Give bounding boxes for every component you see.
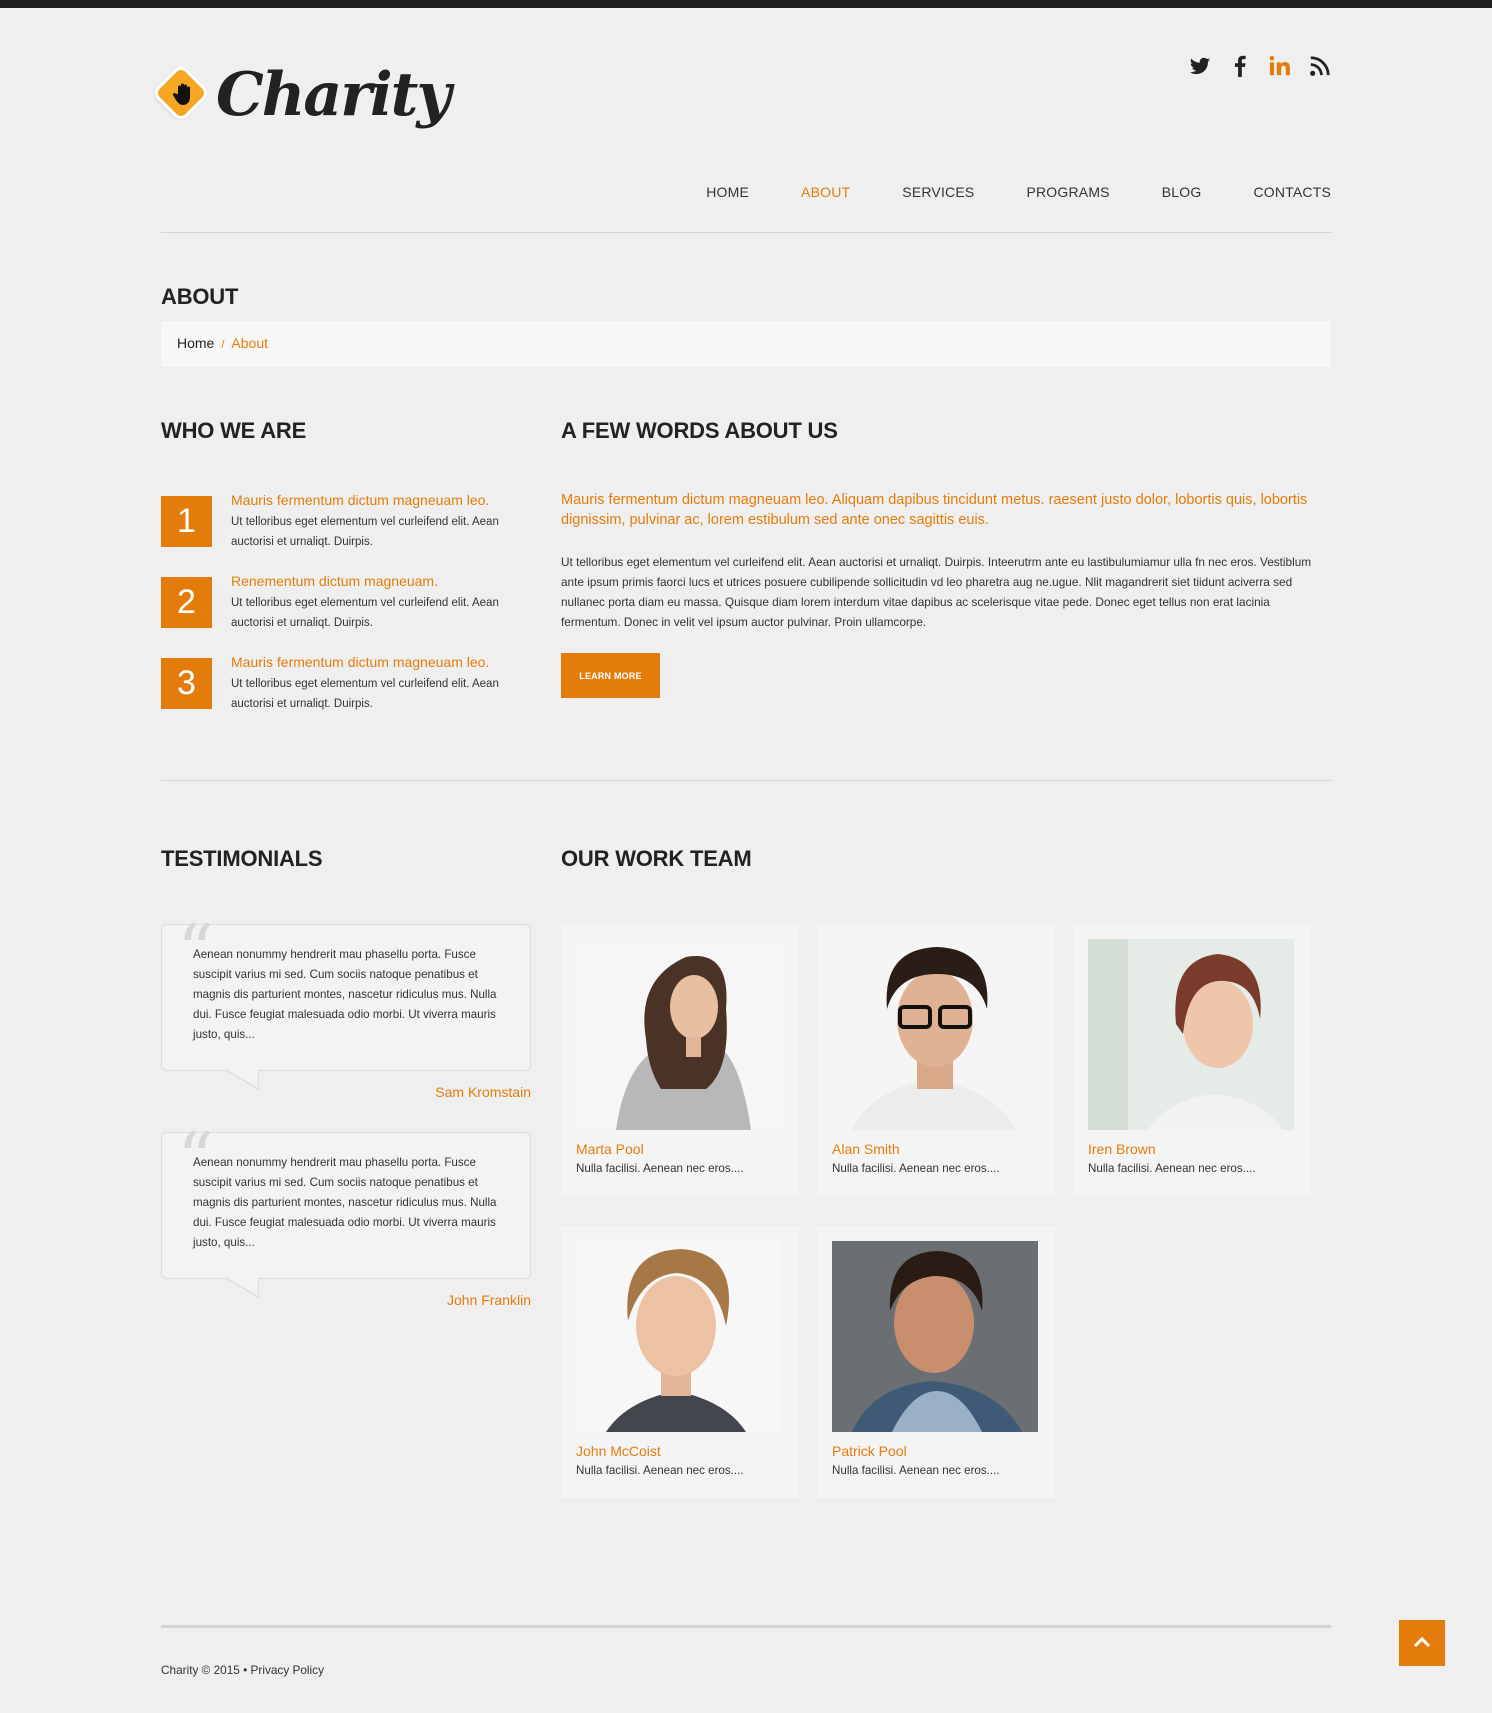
member-photo — [1088, 939, 1294, 1130]
header-divider — [161, 232, 1331, 233]
member-photo — [576, 939, 782, 1130]
member-name: Patrick Pool — [832, 1443, 907, 1459]
who-item: 1 Mauris fermentum dictum magneuam leo. … — [161, 492, 531, 566]
testimonial-author[interactable]: John Franklin — [447, 1292, 531, 1308]
scroll-to-top-button[interactable] — [1399, 1620, 1445, 1666]
member-name: Iren Brown — [1088, 1141, 1156, 1157]
testimonial-text: Aenean nonummy hendrerit mau phasellu po… — [193, 1156, 497, 1249]
who-item-heading[interactable]: Mauris fermentum dictum magneuam leo. — [231, 492, 489, 508]
about-us-title: A FEW WORDS ABOUT US — [561, 418, 838, 443]
breadcrumb-current: About — [231, 335, 269, 351]
nav-home[interactable]: HOME — [706, 184, 749, 200]
who-item-text: Ut telloribus eget elementum vel curleif… — [231, 597, 499, 629]
main-nav: HOME ABOUT SERVICES PROGRAMS BLOG CONTAC… — [706, 184, 1331, 200]
member-name: Alan Smith — [832, 1141, 900, 1157]
testimonials-title: TESTIMONIALS — [161, 846, 323, 871]
footer-divider — [161, 1625, 1331, 1628]
nav-about[interactable]: ABOUT — [801, 184, 850, 200]
testimonial-bubble: “ Aenean nonummy hendrerit mau phasellu … — [161, 1123, 531, 1279]
breadcrumb-separator: / — [221, 339, 225, 351]
page-title: ABOUT — [161, 284, 239, 309]
who-item-heading[interactable]: Mauris fermentum dictum magneuam leo. — [231, 654, 489, 670]
who-we-are-title: WHO WE ARE — [161, 418, 307, 443]
member-desc: Nulla facilisi. Aenean nec eros.... — [576, 1162, 744, 1175]
footer-copyright[interactable]: Charity © 2015 • Privacy Policy — [161, 1663, 324, 1677]
about-body-text: Ut telloribus eget elementum vel curleif… — [561, 555, 1312, 629]
chevron-up-icon — [1413, 1636, 1431, 1648]
twitter-icon[interactable] — [1189, 55, 1211, 77]
who-item-heading[interactable]: Renementum dictum magneuam. — [231, 573, 438, 589]
testimonial-text: Aenean nonummy hendrerit mau phasellu po… — [193, 948, 497, 1041]
member-desc: Nulla facilisi. Aenean nec eros.... — [1088, 1162, 1256, 1175]
breadcrumb-home[interactable]: Home — [177, 335, 214, 351]
hand-icon — [173, 83, 190, 105]
member-desc: Nulla facilisi. Aenean nec eros.... — [576, 1464, 744, 1477]
section-divider — [161, 780, 1331, 781]
about-lead-text: Mauris fermentum dictum magneuam leo. Al… — [561, 492, 1308, 528]
who-item: 2 Renementum dictum magneuam. Ut tellori… — [161, 573, 531, 647]
team-member-card[interactable]: John McCoist Nulla facilisi. Aenean nec … — [561, 1226, 799, 1498]
number-badge: 3 — [161, 658, 212, 709]
number-badge: 1 — [161, 496, 212, 547]
nav-programs[interactable]: PROGRAMS — [1026, 184, 1109, 200]
member-photo — [832, 1241, 1038, 1432]
member-photo — [576, 1241, 782, 1432]
team-member-card[interactable]: Alan Smith Nulla facilisi. Aenean nec er… — [817, 924, 1055, 1196]
page-container: Charity HOME ABOUT SERVICES PROGRAMS BLO… — [155, 0, 1331, 1713]
linkedin-icon[interactable] — [1269, 55, 1291, 77]
who-item: 3 Mauris fermentum dictum magneuam leo. … — [161, 654, 531, 728]
rss-icon[interactable] — [1309, 55, 1331, 77]
breadcrumb: Home / About — [161, 321, 1331, 367]
testimonial-bubble: “ Aenean nonummy hendrerit mau phasellu … — [161, 915, 531, 1071]
member-name: John McCoist — [576, 1443, 661, 1459]
testimonial: “ Aenean nonummy hendrerit mau phasellu … — [161, 915, 531, 1114]
nav-services[interactable]: SERVICES — [902, 184, 974, 200]
number-badge: 2 — [161, 577, 212, 628]
member-name: Marta Pool — [576, 1141, 644, 1157]
member-photo — [832, 939, 1038, 1130]
testimonial-author[interactable]: Sam Kromstain — [435, 1084, 531, 1100]
team-title: OUR WORK TEAM — [561, 846, 752, 871]
testimonial: “ Aenean nonummy hendrerit mau phasellu … — [161, 1123, 531, 1322]
who-item-text: Ut telloribus eget elementum vel curleif… — [231, 678, 499, 710]
logo[interactable]: Charity — [155, 60, 451, 152]
facebook-icon[interactable] — [1229, 55, 1251, 77]
team-member-card[interactable]: Patrick Pool Nulla facilisi. Aenean nec … — [817, 1226, 1055, 1498]
logo-text: Charity — [216, 60, 451, 130]
learn-more-button[interactable]: LEARN MORE — [561, 653, 660, 698]
nav-blog[interactable]: BLOG — [1162, 184, 1202, 200]
team-member-card[interactable]: Marta Pool Nulla facilisi. Aenean nec er… — [561, 924, 799, 1196]
social-links — [1189, 52, 1331, 80]
member-desc: Nulla facilisi. Aenean nec eros.... — [832, 1162, 1000, 1175]
member-desc: Nulla facilisi. Aenean nec eros.... — [832, 1464, 1000, 1477]
team-member-card[interactable]: Iren Brown Nulla facilisi. Aenean nec er… — [1073, 924, 1311, 1196]
who-item-text: Ut telloribus eget elementum vel curleif… — [231, 516, 499, 548]
nav-contacts[interactable]: CONTACTS — [1253, 184, 1331, 200]
